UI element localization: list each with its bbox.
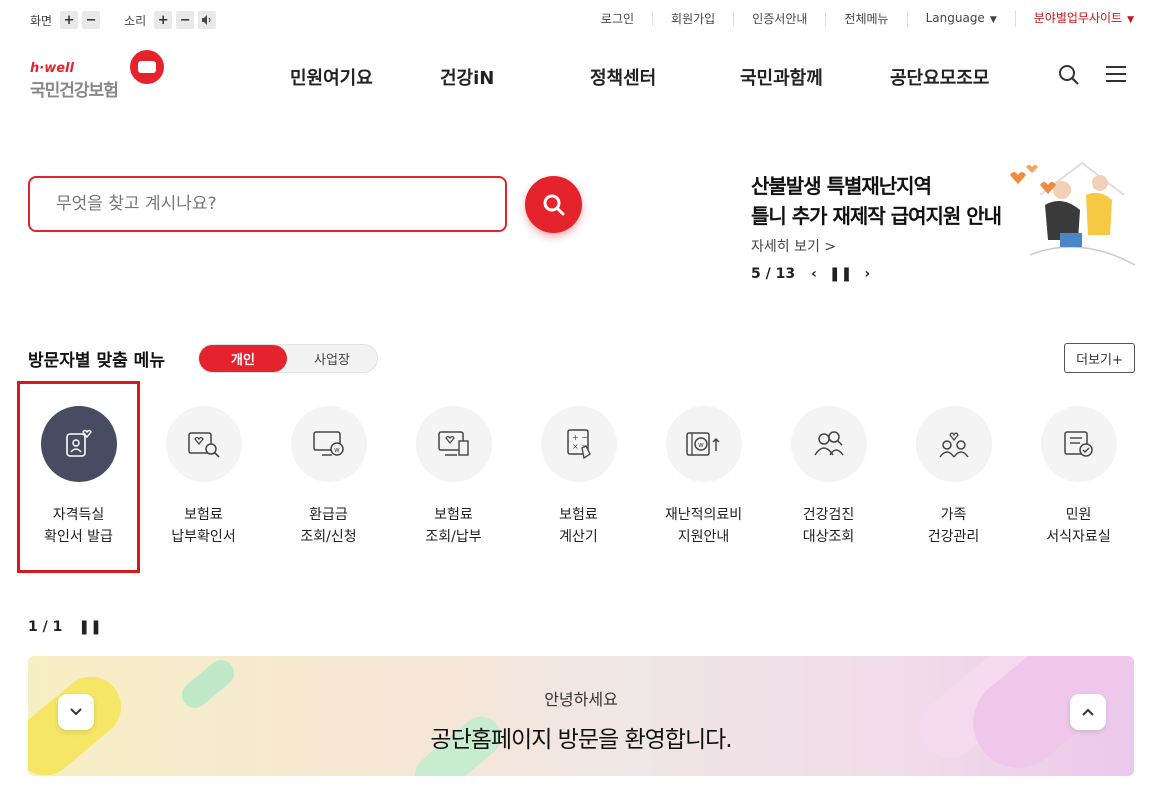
menu-item-label: 보험료 계산기: [559, 507, 598, 545]
banner-title-line2: 틀니 추가 재제작 급여지원 안내: [751, 204, 1002, 228]
id-heart-icon: [41, 406, 117, 482]
expand-down-button[interactable]: [58, 694, 94, 730]
tab-personal[interactable]: 개인: [199, 345, 287, 372]
visitor-menu-title: 방문자별 맞춤 메뉴: [28, 351, 165, 371]
sound-label: 소리: [124, 13, 147, 28]
logo-en-text: h·well: [30, 61, 74, 76]
banner-title-line1: 산불발생 특별재난지역: [751, 174, 932, 198]
menu-pause-icon[interactable]: ❚❚: [78, 619, 101, 635]
banner-illustration: [1000, 155, 1140, 275]
certificate-guide-link[interactable]: 인증서안내: [733, 12, 825, 26]
banner-more-label: 자세히 보기: [751, 239, 820, 255]
accessibility-controls: 화면 + − 소리 + −: [30, 11, 220, 29]
won-arrow-icon: w: [666, 406, 742, 482]
menu-item-label: 가족 건강관리: [927, 507, 980, 545]
menu-item-family-health[interactable]: 가족 건강관리: [891, 406, 1016, 556]
utility-links: 로그인 회원가입 인증서안내 전체메뉴 Language ▼ 분야별업무사이트 ▼: [583, 11, 1134, 27]
utility-bar: 화면 + − 소리 + − 로그인 회원가입 인증서안내 전체메뉴 Langua…: [0, 0, 1152, 40]
collapse-up-button[interactable]: [1070, 694, 1106, 730]
chevron-right-icon: >: [824, 239, 837, 255]
hamburger-menu-icon[interactable]: [1106, 66, 1126, 84]
caret-down-icon: ▼: [989, 15, 997, 25]
search-button[interactable]: [525, 176, 582, 233]
svg-text:w: w: [334, 446, 340, 454]
welcome-greeting: 안녕하세요: [544, 690, 618, 709]
calculator-icon: + − × =: [541, 406, 617, 482]
banner-prev-icon[interactable]: ‹: [811, 266, 817, 282]
nhis-logo[interactable]: h·well 국민건강보험: [30, 50, 170, 101]
field-site-label: 분야별업무사이트: [1033, 11, 1123, 25]
search-icon: [543, 194, 564, 215]
menu-item-label: 보험료 조회/납부: [425, 507, 482, 545]
menu-item-refund[interactable]: w 환급금 조회/신청: [266, 406, 391, 556]
menu-item-label: 재난적의료비 지원안내: [664, 507, 743, 545]
menu-page-indicator: 1 / 1: [28, 619, 63, 635]
login-link[interactable]: 로그인: [583, 12, 652, 26]
menu-item-label: 민원 서식자료실: [1046, 507, 1111, 545]
screen-zoom-out-button[interactable]: −: [82, 11, 101, 29]
chevron-up-icon: [1082, 708, 1094, 716]
menu-item-label: 자격득실 확인서 발급: [44, 507, 113, 545]
screen-size-label: 화면: [30, 13, 53, 28]
banner-more-link[interactable]: 자세히 보기 >: [751, 236, 836, 256]
doc-search-icon: [166, 406, 242, 482]
caret-down-icon: ▼: [1127, 15, 1134, 25]
menu-item-label: 보험료 납부확인서: [171, 507, 236, 545]
more-button[interactable]: 더보기+: [1064, 343, 1135, 373]
speaker-icon[interactable]: [198, 11, 217, 29]
logo-kr-text: 국민건강보험: [30, 81, 119, 101]
logo-mask-icon: [130, 50, 164, 84]
search-field: [28, 176, 507, 232]
nav-item-civil[interactable]: 민원여기요: [290, 64, 373, 90]
menu-item-label: 환급금 조회/신청: [300, 507, 357, 545]
search-input[interactable]: [56, 192, 476, 216]
banner-page-indicator: 5 / 13: [751, 266, 796, 282]
welcome-message: 공단홈페이지 방문을 환영합니다.: [430, 727, 732, 753]
volume-up-button[interactable]: +: [154, 11, 173, 29]
svg-text:w: w: [698, 441, 704, 449]
menu-item-forms[interactable]: 민원 서식자료실: [1016, 406, 1141, 556]
volume-down-button[interactable]: −: [176, 11, 195, 29]
menu-item-qualification[interactable]: 자격득실 확인서 발급: [16, 406, 141, 556]
banner-pause-icon[interactable]: ❚❚: [829, 266, 852, 282]
monitor-receipt-icon: [416, 406, 492, 482]
banner-controls: 5 / 13 ‹ ❚❚ ›: [751, 266, 882, 282]
screen-zoom-in-button[interactable]: +: [60, 11, 79, 29]
monitor-won-icon: w: [291, 406, 367, 482]
all-menu-link[interactable]: 전체메뉴: [825, 12, 906, 26]
field-site-select[interactable]: 분야별업무사이트 ▼: [1014, 11, 1134, 27]
svg-text:+ −: + −: [572, 433, 588, 442]
nav-item-about[interactable]: 공단요모조모: [890, 64, 989, 90]
nav-item-policy[interactable]: 정책센터: [590, 64, 656, 90]
welcome-banner: 안녕하세요 공단홈페이지 방문을 환영합니다.: [28, 656, 1134, 776]
language-select[interactable]: Language ▼: [906, 11, 1015, 27]
banner-title[interactable]: 산불발생 특별재난지역 틀니 추가 재제작 급여지원 안내: [751, 171, 1002, 231]
people-search-icon: [791, 406, 867, 482]
menu-item-calculator[interactable]: + − × = 보험료 계산기: [516, 406, 641, 556]
visitor-type-toggle: 개인 사업장: [198, 344, 378, 373]
nav-item-together[interactable]: 국민과함께: [740, 64, 823, 90]
menu-item-label: 건강검진 대상조회: [802, 507, 855, 545]
menu-item-checkup[interactable]: 건강검진 대상조회: [766, 406, 891, 556]
menu-item-premium-receipt[interactable]: 보험료 납부확인서: [141, 406, 266, 556]
banner-next-icon[interactable]: ›: [864, 266, 870, 282]
signup-link[interactable]: 회원가입: [652, 12, 733, 26]
menu-item-premium-pay[interactable]: 보험료 조회/납부: [391, 406, 516, 556]
menu-pager: 1 / 1 ❚❚: [28, 619, 102, 635]
header-search-icon[interactable]: [1058, 64, 1080, 86]
form-check-icon: [1041, 406, 1117, 482]
chevron-down-icon: [70, 708, 82, 716]
language-label: Language: [925, 11, 985, 25]
nav-item-health-in[interactable]: 건강iN: [440, 64, 494, 90]
menu-item-disaster-medical[interactable]: w 재난적의료비 지원안내: [641, 406, 766, 556]
family-heart-icon: [916, 406, 992, 482]
tab-business[interactable]: 사업장: [287, 345, 377, 372]
